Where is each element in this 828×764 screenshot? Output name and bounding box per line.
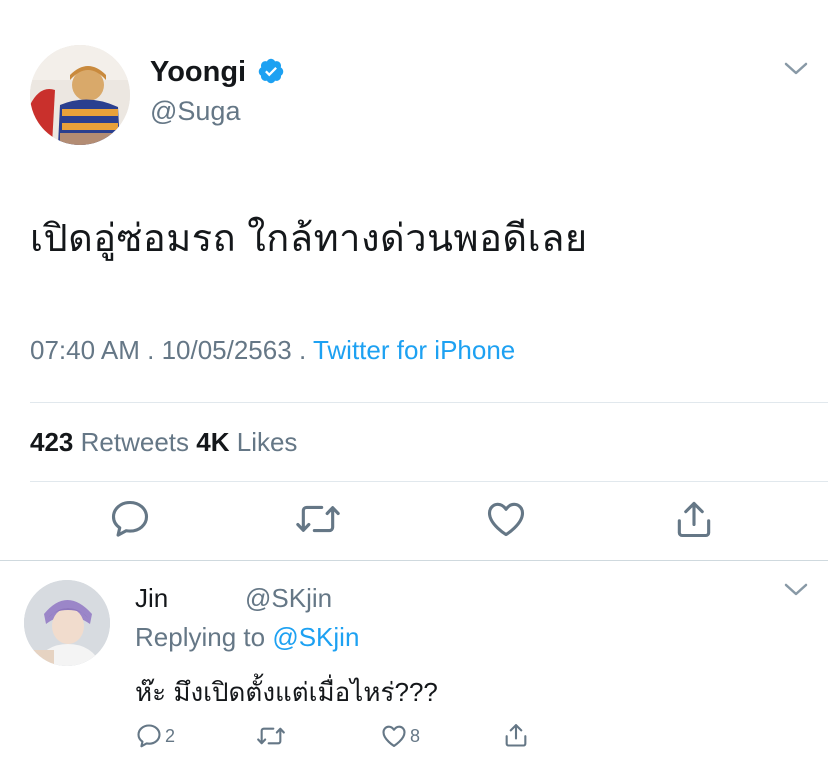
reply-handle[interactable]: @SKjin [245,583,332,614]
heart-icon[interactable] [484,497,528,541]
likes-stat[interactable]: 4K Likes [196,427,297,457]
likes-label: Likes [236,427,298,457]
like-count: 8 [410,725,421,746]
retweet-icon [257,727,285,745]
reply-text: ห๊ะ มึงเปิดตั้งแต่เมื่อไหร่??? [135,677,438,707]
reply-icon[interactable] [108,497,152,541]
meta-separator: . [147,335,155,365]
retweet-icon[interactable] [294,497,342,541]
retweets-label: Retweets [80,427,190,457]
replying-to-line: Replying to @SKjin [135,622,359,653]
author-name-row: Yoongi [150,56,285,89]
author-handle[interactable]: @Suga [150,96,240,127]
tweet-source-link[interactable]: Twitter for iPhone [313,335,515,365]
reply-retweet-button[interactable] [255,722,287,750]
reply-reply-button[interactable]: 2 [135,722,175,750]
tweet-text: เปิดอู่ซ่อมรถ ใกล้ทางด่วนพอดีเลย [30,218,588,260]
retweets-stat[interactable]: 423 Retweets [30,427,196,457]
divider [30,402,828,403]
replying-to-mention[interactable]: @SKjin [272,622,359,652]
reply-author-avatar[interactable] [24,580,110,666]
reply-like-button[interactable]: 8 [380,722,420,750]
divider [30,481,828,482]
tweet-stats: 423 Retweets 4K Likes [30,427,297,458]
likes-count: 4K [196,427,230,457]
reply-count: 2 [165,725,176,746]
tweet-time: 07:40 AM [30,335,140,365]
share-icon[interactable] [672,497,716,541]
heart-icon [382,725,406,747]
meta-separator: . [298,335,307,365]
share-icon [505,724,527,747]
tweet-meta: 07:40 AM . 10/05/2563 . Twitter for iPho… [30,335,515,366]
chevron-down-icon[interactable] [784,583,808,602]
reply-share-button[interactable] [502,721,530,754]
tweet-separator [0,560,828,561]
reply-icon [137,724,161,748]
author-avatar[interactable] [30,45,130,145]
reply-display-name[interactable]: Jin [135,583,168,614]
verified-badge-icon [257,57,285,85]
retweets-count: 423 [30,427,74,457]
tweet-date: 10/05/2563 [161,335,292,365]
chevron-down-icon[interactable] [784,62,808,81]
replying-to-label: Replying to [135,622,266,652]
display-name[interactable]: Yoongi [150,56,246,88]
